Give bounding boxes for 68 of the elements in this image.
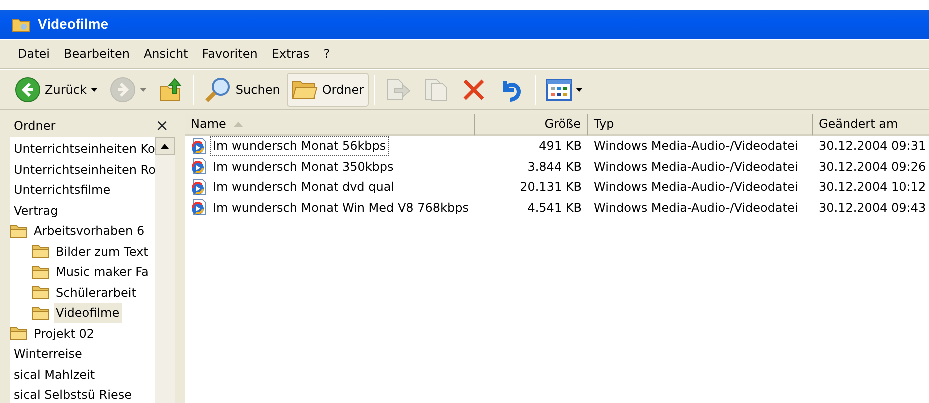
window-title: Videofilme [38, 15, 109, 34]
move-to-icon [385, 76, 412, 102]
folder-icon [32, 244, 50, 260]
menu-item[interactable]: Ansicht [138, 45, 194, 63]
tree-item[interactable]: Arbeitsvorhaben 6 [32, 221, 147, 242]
folder-icon [10, 326, 28, 342]
scrollbar[interactable] [155, 137, 175, 403]
back-button[interactable]: Zurück [10, 72, 103, 106]
folder-icon [12, 16, 32, 32]
tree-item[interactable]: sical Mahlzeit [12, 364, 98, 385]
tree-item[interactable]: Vertrag [12, 200, 60, 221]
table-cell-text: Windows Media-Audio-/Videodatei [593, 158, 800, 176]
search-button[interactable]: Suchen [198, 72, 286, 106]
caret-icon [576, 88, 584, 92]
table-cell-text: 30.12.2004 10:12 [818, 179, 928, 196]
folder-icon [10, 224, 28, 239]
caret-icon [90, 88, 98, 92]
file-name[interactable]: Im wundersch Monat Win Med V8 768kbps [210, 198, 472, 218]
close-button[interactable]: × [156, 118, 169, 134]
media-file-icon [190, 199, 208, 216]
caret-icon [140, 88, 147, 92]
table-cell-text: 20.131 KB [519, 179, 583, 196]
tree-item[interactable]: Bilder zum Text [54, 242, 150, 262]
sort-arrow-icon [234, 122, 244, 126]
table-cell-text: 4.541 KB [526, 200, 583, 217]
media-file-icon [190, 138, 208, 155]
tree-item[interactable]: sical Selbstsü Riese [12, 385, 134, 403]
table-cell-text: 30.12.2004 09:31 [818, 138, 928, 156]
tree-item[interactable]: Unterrichtseinheiten Ko [12, 139, 155, 160]
table-cell-text: Windows Media-Audio-/Videodatei [593, 138, 800, 156]
search-icon [204, 76, 232, 102]
up-arrow-icon [161, 144, 169, 148]
menu-item[interactable]: Datei [12, 45, 56, 63]
tree-item[interactable]: Unterrichtsfilme [12, 180, 113, 200]
table-cell-text: Windows Media-Audio-/Videodatei [593, 179, 800, 196]
column-header[interactable]: Größe [475, 114, 588, 136]
tree-item[interactable]: Unterrichtseinheiten Ro [12, 160, 155, 180]
tree-item[interactable]: Videofilme [54, 303, 122, 324]
media-file-icon [190, 158, 208, 176]
menu-item[interactable]: Bearbeiten [58, 45, 136, 63]
folder-up-icon [158, 76, 183, 102]
scroll-up-button[interactable] [155, 137, 175, 155]
table-cell-text: 30.12.2004 09:43 [818, 200, 928, 217]
folders-button[interactable]: Ordner [287, 72, 370, 106]
column-header[interactable]: Typ [588, 114, 813, 136]
table-cell-text: Windows Media-Audio-/Videodatei [593, 200, 800, 217]
menu-item[interactable]: ? [318, 45, 336, 63]
tree-item[interactable]: Music maker Fa [54, 262, 151, 282]
file-name[interactable]: Im wundersch Monat dvd qual [210, 177, 398, 198]
media-file-icon [190, 178, 208, 196]
table-cell-text: 491 KB [538, 138, 583, 156]
tree-item[interactable]: Winterreise [12, 344, 84, 364]
file-name[interactable]: Im wundersch Monat 56kbps [210, 136, 390, 156]
tree-item[interactable]: Schülerarbeit [54, 282, 138, 303]
folder-icon [292, 78, 318, 100]
table-cell-text: 30.12.2004 09:26 [818, 158, 928, 176]
views-icon [546, 78, 572, 100]
folder-icon [32, 264, 50, 280]
column-header[interactable]: Name [185, 114, 475, 136]
tree-item[interactable]: Projekt 02 [32, 324, 96, 344]
file-name[interactable]: Im wundersch Monat 350kbps [210, 156, 397, 177]
menu-item[interactable]: Extras [266, 45, 316, 63]
table-cell-text: 3.844 KB [526, 158, 583, 176]
folder-icon [32, 285, 50, 300]
pane-title: Ordner [14, 118, 56, 134]
copy-to-icon [423, 76, 450, 102]
menu-item[interactable]: Favoriten [196, 45, 264, 63]
folder-icon [32, 306, 50, 321]
